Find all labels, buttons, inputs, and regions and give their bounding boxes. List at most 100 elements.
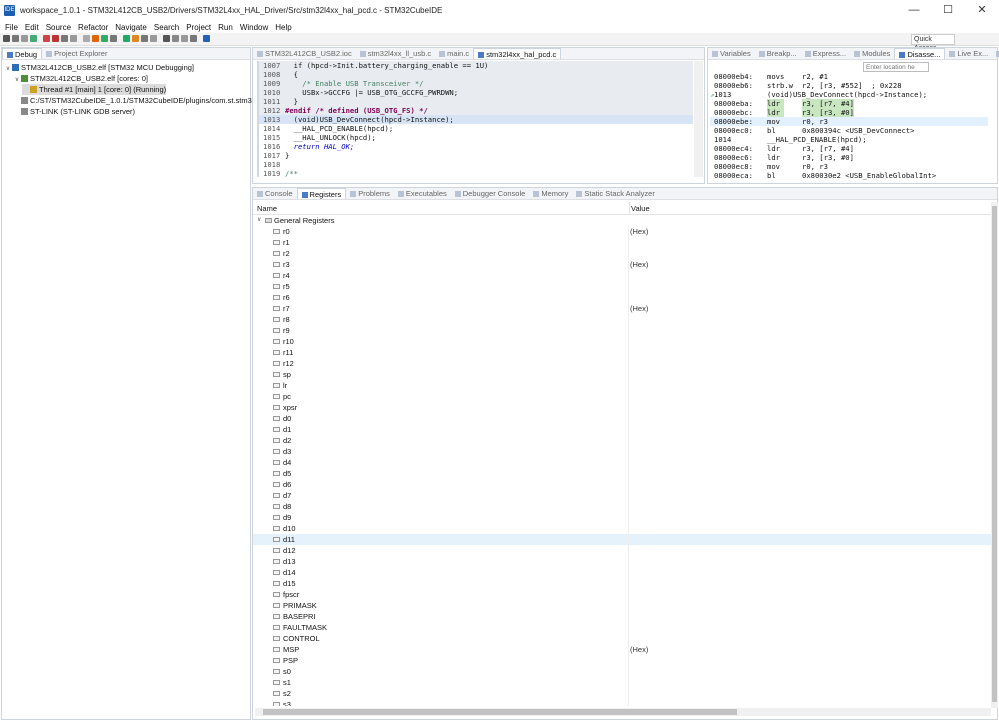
bottom-tab[interactable]: Console bbox=[253, 188, 297, 199]
chevron-down-icon[interactable]: ∨ bbox=[4, 64, 12, 75]
disasm-tab[interactable]: Disasse... bbox=[894, 48, 946, 59]
toolbar-tool-icon[interactable] bbox=[12, 35, 19, 42]
register-value[interactable]: (Hex) bbox=[630, 303, 648, 314]
register-row[interactable]: r3 (Hex) bbox=[253, 259, 991, 270]
code-line[interactable]: 1019 /** bbox=[259, 169, 693, 178]
registers-hscroll-thumb[interactable] bbox=[263, 709, 737, 715]
register-row[interactable]: xpsr bbox=[253, 402, 991, 413]
menu-refactor[interactable]: Refactor bbox=[78, 23, 108, 32]
register-row[interactable]: s3 bbox=[253, 699, 991, 706]
register-row[interactable]: d3 bbox=[253, 446, 991, 457]
toolbar-tool-icon[interactable] bbox=[61, 35, 68, 42]
toolbar-tool-icon[interactable] bbox=[43, 35, 50, 42]
register-row[interactable]: FAULTMASK bbox=[253, 622, 991, 633]
editor-tab[interactable]: stm32l4xx_hal_pcd.c bbox=[473, 48, 562, 59]
register-row[interactable]: d11 bbox=[253, 534, 991, 545]
menu-run[interactable]: Run bbox=[218, 23, 233, 32]
register-row[interactable]: r7 (Hex) bbox=[253, 303, 991, 314]
editor-tab[interactable]: main.c bbox=[435, 48, 473, 59]
code-line[interactable]: 1016 return HAL_OK; bbox=[259, 142, 693, 151]
disasm-line[interactable]: 08000eca: bl 0x80030e2 <USB_EnableGlobalIn… bbox=[710, 171, 988, 180]
code-line[interactable]: 1012 #endif /* defined (USB_OTG_FS) */ bbox=[259, 106, 693, 115]
disasm-line[interactable]: 08000ec4: ldr r3, [r7, #4] bbox=[710, 144, 988, 153]
menu-edit[interactable]: Edit bbox=[25, 23, 39, 32]
code-area[interactable]: 1007 if (hpcd->Init.battery_charging_ena… bbox=[257, 61, 693, 178]
register-row[interactable]: r8 bbox=[253, 314, 991, 325]
code-line[interactable]: 1009 /* Enable USB Transceiver */ bbox=[259, 79, 693, 88]
register-row[interactable]: d14 bbox=[253, 567, 991, 578]
quick-access-field[interactable]: Quick Access bbox=[911, 34, 955, 52]
disasm-tab[interactable]: Variables bbox=[708, 48, 755, 59]
chevron-down-icon[interactable]: ∨ bbox=[257, 215, 261, 226]
debug-tab[interactable]: Debug bbox=[2, 48, 43, 59]
disasm-line[interactable]: 1014 __HAL_PCD_ENABLE(hpcd); bbox=[710, 135, 988, 144]
toolbar-tool-icon[interactable] bbox=[150, 35, 157, 42]
register-row[interactable]: r1 bbox=[253, 237, 991, 248]
toolbar-tool-icon[interactable] bbox=[70, 35, 77, 42]
register-value[interactable]: (Hex) bbox=[630, 226, 648, 237]
toolbar-tool-icon[interactable] bbox=[83, 35, 90, 42]
bottom-tab[interactable]: Debugger Console bbox=[451, 188, 530, 199]
code-line[interactable]: 1018 bbox=[259, 160, 693, 169]
code-line[interactable]: 1011 } bbox=[259, 97, 693, 106]
register-row[interactable]: d13 bbox=[253, 556, 991, 567]
editor-scrollbar[interactable] bbox=[694, 61, 703, 177]
register-row[interactable]: d5 bbox=[253, 468, 991, 479]
toolbar-tool-icon[interactable] bbox=[132, 35, 139, 42]
disassembly-area[interactable]: 08000eb4: movs r2, #1 08000eb6: strb.w r2, [r… bbox=[710, 72, 988, 180]
close-button[interactable]: ✕ bbox=[965, 0, 999, 21]
toolbar-tool-icon[interactable] bbox=[172, 35, 179, 42]
register-row[interactable]: d9 bbox=[253, 512, 991, 523]
register-row[interactable]: s2 bbox=[253, 688, 991, 699]
register-row[interactable]: PSP bbox=[253, 655, 991, 666]
disasm-line[interactable]: 08000ebc: ldr r3, [r3, #0] bbox=[710, 108, 988, 117]
register-row[interactable]: fpscr bbox=[253, 589, 991, 600]
toolbar-tool-icon[interactable] bbox=[3, 35, 10, 42]
register-row[interactable]: r11 bbox=[253, 347, 991, 358]
disasm-line[interactable]: 08000ec8: mov r0, r3 bbox=[710, 162, 988, 171]
disasm-line[interactable]: 08000ebe: mov r0, r3 bbox=[710, 117, 988, 126]
code-line[interactable]: 1008 { bbox=[259, 70, 693, 79]
debug-tree-item[interactable]: ST-LINK (ST-LINK GDB server) bbox=[13, 106, 135, 117]
register-row[interactable]: BASEPRI bbox=[253, 611, 991, 622]
register-row[interactable]: r10 bbox=[253, 336, 991, 347]
register-row[interactable]: lr bbox=[253, 380, 991, 391]
register-row[interactable]: d6 bbox=[253, 479, 991, 490]
register-row[interactable]: r6 bbox=[253, 292, 991, 303]
debug-tree-item[interactable]: ∨ STM32L412CB_USB2.elf [cores: 0] bbox=[13, 73, 148, 84]
register-row[interactable]: r0 (Hex) bbox=[253, 226, 991, 237]
menu-search[interactable]: Search bbox=[154, 23, 179, 32]
register-row[interactable]: PRIMASK bbox=[253, 600, 991, 611]
toolbar-tool-icon[interactable] bbox=[92, 35, 99, 42]
register-row[interactable]: d10 bbox=[253, 523, 991, 534]
toolbar-tool-icon[interactable] bbox=[110, 35, 117, 42]
editor-tab[interactable]: stm32l4xx_ll_usb.c bbox=[356, 48, 435, 59]
code-line[interactable]: 1015 __HAL_UNLOCK(hpcd); bbox=[259, 133, 693, 142]
disasm-line[interactable]: 08000ec6: ldr r3, [r3, #0] bbox=[710, 153, 988, 162]
bottom-tab[interactable]: Memory bbox=[529, 188, 572, 199]
menu-navigate[interactable]: Navigate bbox=[115, 23, 147, 32]
location-input[interactable] bbox=[863, 62, 929, 72]
register-value[interactable]: (Hex) bbox=[630, 644, 648, 655]
toolbar-tool-icon[interactable] bbox=[21, 35, 28, 42]
name-column-header[interactable]: Name bbox=[257, 202, 277, 215]
toolbar-tool-icon[interactable] bbox=[190, 35, 197, 42]
register-row[interactable]: d1 bbox=[253, 424, 991, 435]
bottom-tab[interactable]: Static Stack Analyzer bbox=[572, 188, 658, 199]
menu-window[interactable]: Window bbox=[240, 23, 268, 32]
register-row[interactable]: MSP (Hex) bbox=[253, 644, 991, 655]
code-line[interactable]: 1017} bbox=[259, 151, 693, 160]
register-row[interactable]: s1 bbox=[253, 677, 991, 688]
bottom-tab[interactable]: Executables bbox=[394, 188, 451, 199]
registers-hscroll[interactable] bbox=[255, 708, 991, 716]
value-column-header[interactable]: Value bbox=[629, 202, 650, 215]
register-row[interactable]: r12 bbox=[253, 358, 991, 369]
menu-file[interactable]: File bbox=[5, 23, 18, 32]
bottom-tab[interactable]: Problems bbox=[346, 188, 394, 199]
menu-project[interactable]: Project bbox=[186, 23, 211, 32]
register-row[interactable]: d7 bbox=[253, 490, 991, 501]
register-row[interactable]: d0 bbox=[253, 413, 991, 424]
disasm-tab[interactable]: Express... bbox=[801, 48, 850, 59]
menu-source[interactable]: Source bbox=[46, 23, 71, 32]
toolbar-tool-icon[interactable] bbox=[203, 35, 210, 42]
